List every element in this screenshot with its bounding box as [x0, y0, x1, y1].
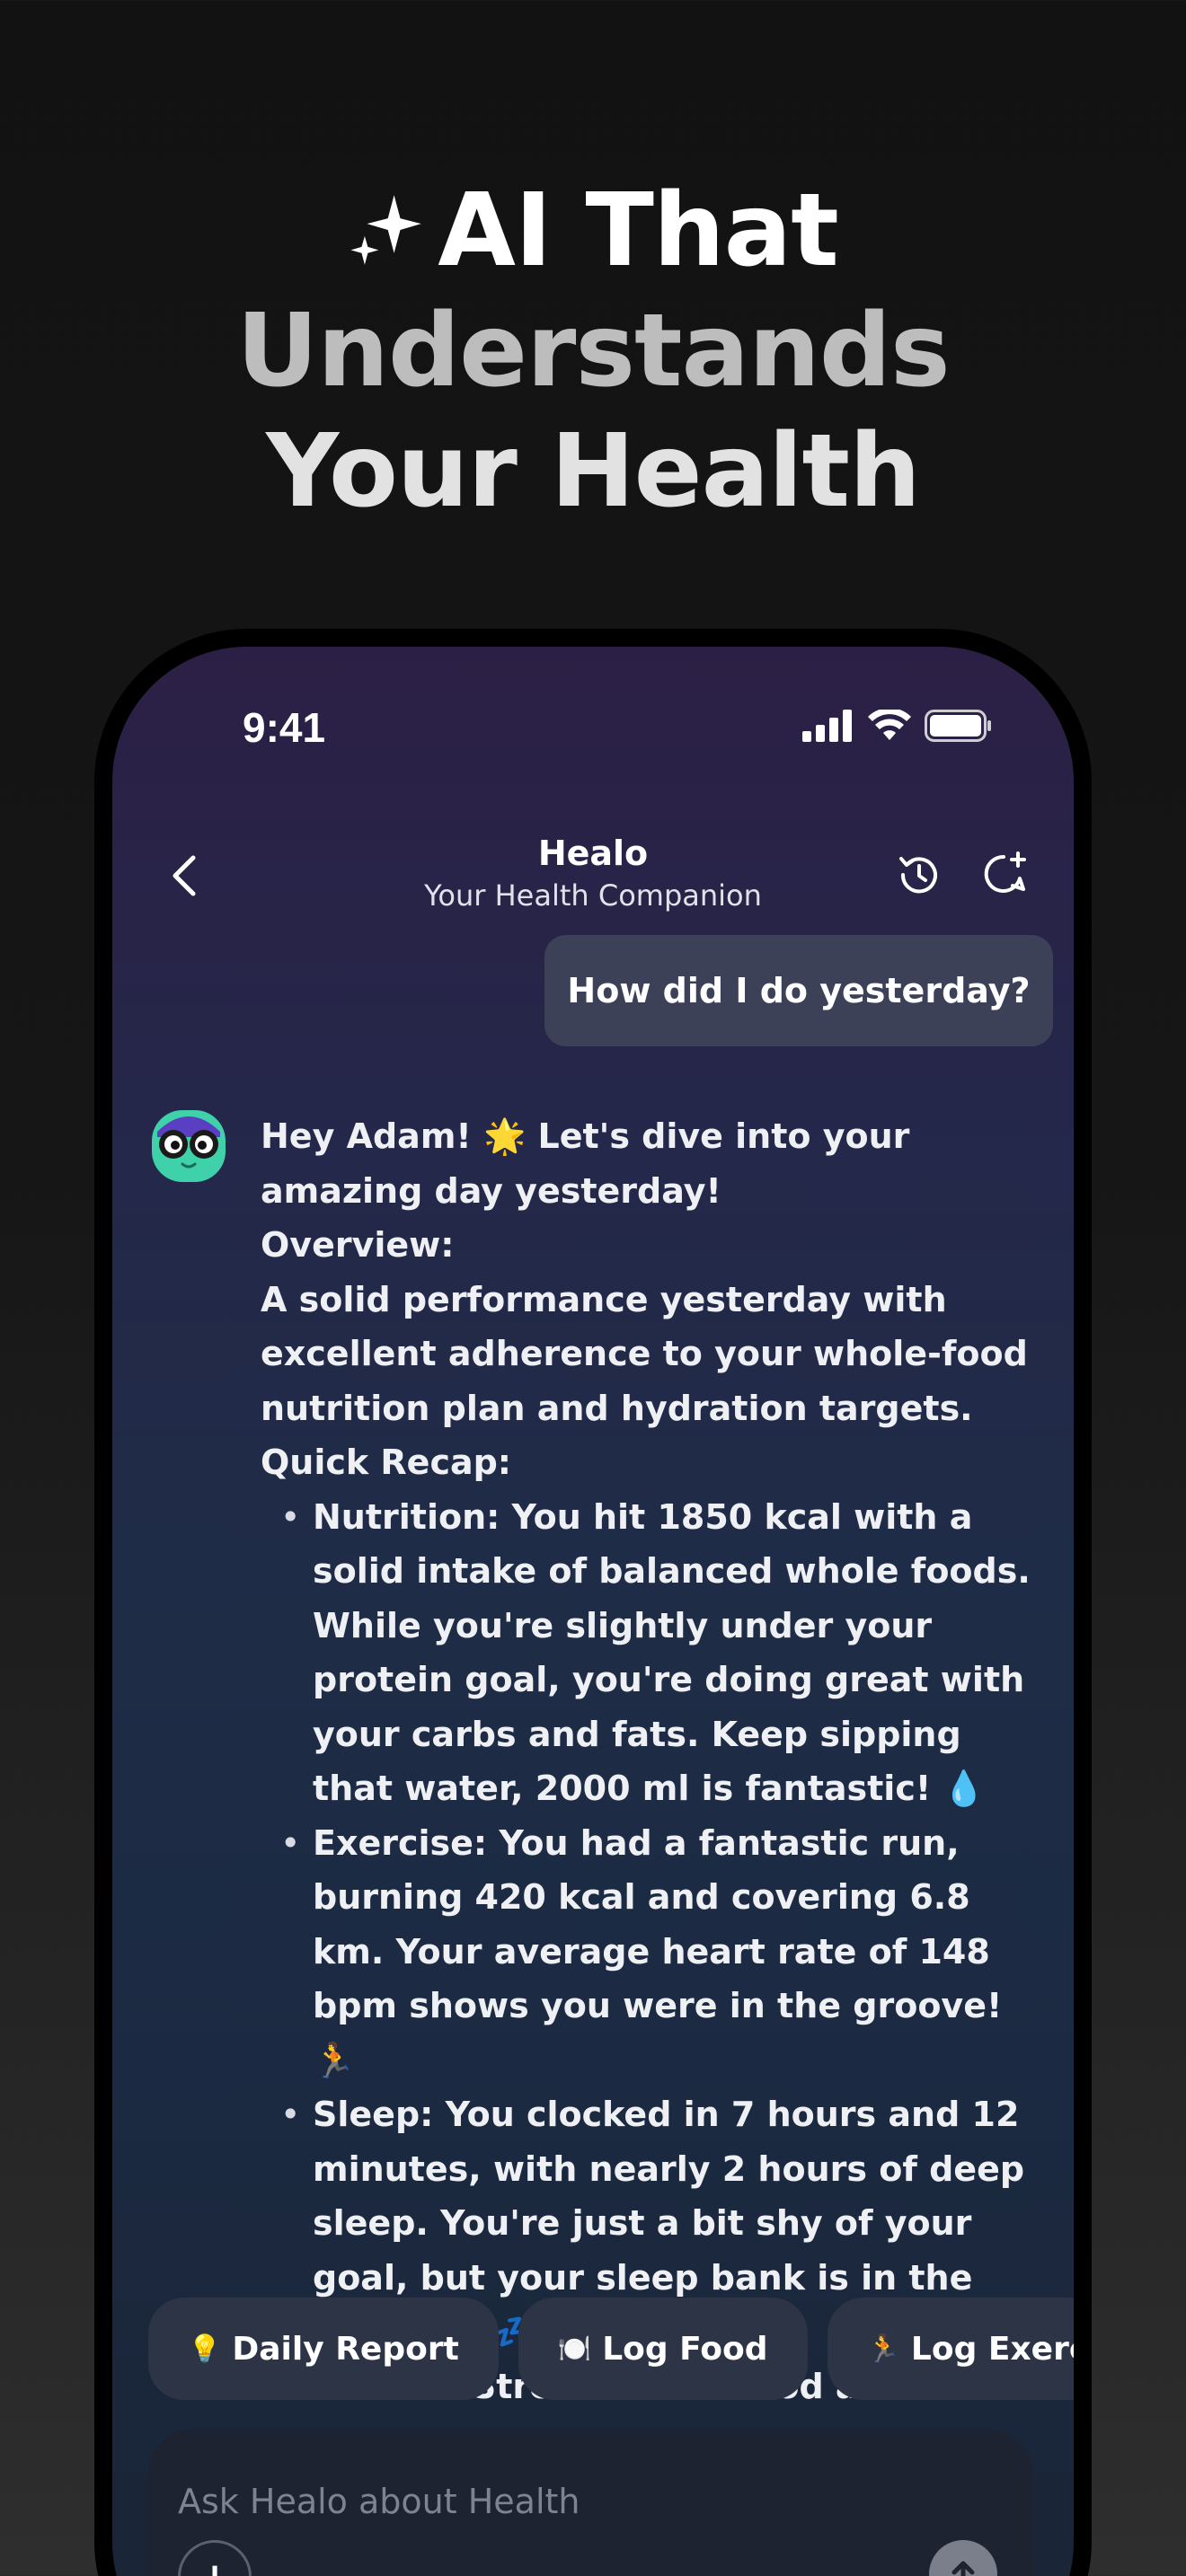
user-message-bubble: How did I do yesterday?	[544, 935, 1053, 1046]
message-composer: Ask Healo about Health +	[148, 2430, 1033, 2576]
headline-line-2: Understands	[236, 293, 950, 410]
status-icons	[802, 710, 993, 742]
log-food-chip[interactable]: 🍽️ Log Food	[518, 2298, 808, 2400]
runner-icon: 🏃	[866, 2333, 900, 2365]
arrow-up-icon	[951, 2561, 975, 2576]
status-time: 9:41	[243, 704, 326, 751]
recap-heading: Quick Recap:	[261, 1442, 512, 1482]
healo-avatar	[152, 1110, 226, 1182]
new-chat-button[interactable]	[980, 850, 1031, 900]
log-exercise-chip[interactable]: 🏃 Log Exercise	[827, 2298, 1074, 2400]
assistant-greeting: Hey Adam! 🌟 Let's dive into your amazing…	[261, 1116, 910, 1211]
headline-line-1: AI That	[0, 171, 1186, 291]
recap-nutrition: Nutrition: You hit 1850 kcal with a soli…	[261, 1490, 1051, 1816]
plus-icon: +	[199, 2554, 232, 2576]
promo-headline: AI That Understands Your Health	[0, 171, 1186, 532]
assistant-message: Hey Adam! 🌟 Let's dive into your amazing…	[261, 1109, 1051, 2413]
phone-frame: 9:41 Healo Your Health Companion How did…	[94, 629, 1092, 2576]
chip-label: Log Exercise	[910, 2330, 1074, 2368]
quick-actions: 💡 Daily Report 🍽️ Log Food 🏃 Log Exercis…	[148, 2298, 1074, 2400]
message-input[interactable]: Ask Healo about Health	[178, 2482, 580, 2521]
status-bar: 9:41	[112, 647, 1074, 754]
chip-label: Log Food	[602, 2330, 768, 2368]
history-button[interactable]	[894, 850, 944, 900]
lightbulb-icon: 💡	[188, 2333, 222, 2365]
chip-label: Daily Report	[232, 2330, 459, 2368]
signal-icon	[802, 710, 852, 742]
wifi-icon	[868, 710, 911, 740]
attach-button[interactable]: +	[178, 2540, 252, 2576]
phone-screen: 9:41 Healo Your Health Companion How did…	[112, 647, 1074, 2576]
headline-line-3: Your Health	[266, 413, 921, 530]
overview-heading: Overview:	[261, 1225, 455, 1265]
plate-icon: 🍽️	[557, 2333, 592, 2365]
chat-header: Healo Your Health Companion	[112, 817, 1074, 916]
daily-report-chip[interactable]: 💡 Daily Report	[148, 2298, 499, 2400]
recap-list: Nutrition: You hit 1850 kcal with a soli…	[261, 1490, 1051, 2414]
overview-text: A solid performance yesterday with excel…	[261, 1279, 1028, 1428]
sparkle-icon	[350, 195, 421, 265]
battery-icon	[925, 710, 991, 742]
recap-exercise: Exercise: You had a fantastic run, burni…	[261, 1816, 1051, 2088]
user-message-text: How did I do yesterday?	[567, 971, 1031, 1010]
send-button[interactable]	[929, 2540, 997, 2576]
